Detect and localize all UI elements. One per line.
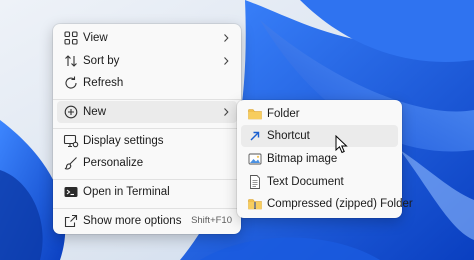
- submenu-item-text-document[interactable]: Text Document: [241, 171, 398, 193]
- submenu-item-compressed-zipped-folder[interactable]: Compressed (zipped) Folder: [241, 193, 413, 215]
- submenu-item-label: Folder: [267, 108, 300, 120]
- folder-icon: [248, 109, 262, 120]
- chevron-right-icon: [224, 57, 229, 65]
- menu-item-label: Show more options: [83, 215, 182, 227]
- menu-item-label: Personalize: [83, 157, 144, 169]
- add-circle-icon: [64, 105, 78, 119]
- menu-item-view[interactable]: View: [57, 27, 237, 49]
- shortcut-arrow-icon: [250, 131, 260, 141]
- shortcut-hint: Shift+F10: [191, 215, 232, 226]
- submenu-item-label: Bitmap image: [267, 153, 338, 165]
- submenu-item-bitmap-image[interactable]: Bitmap image: [241, 148, 398, 170]
- menu-separator: [53, 99, 241, 100]
- menu-item-refresh[interactable]: Refresh: [57, 72, 237, 94]
- menu-item-label: Display settings: [83, 135, 164, 147]
- view-grid-icon: [64, 31, 78, 45]
- menu-item-new[interactable]: New: [57, 101, 237, 123]
- text-document-icon: [250, 175, 260, 189]
- bitmap-image-icon: [248, 153, 262, 165]
- desktop-context-menu: View Sort by Refresh New Display setting…: [53, 24, 241, 234]
- terminal-icon: [64, 187, 78, 197]
- submenu-item-shortcut[interactable]: Shortcut: [241, 125, 398, 147]
- mouse-cursor-icon: [335, 135, 348, 154]
- menu-item-sort-by[interactable]: Sort by: [57, 50, 237, 72]
- zipped-folder-icon: [248, 199, 262, 210]
- submenu-item-folder[interactable]: Folder: [241, 103, 398, 125]
- new-submenu: Folder Shortcut Bitmap image Text Docume…: [237, 100, 413, 218]
- menu-item-personalize[interactable]: Personalize: [57, 152, 237, 174]
- menu-separator: [53, 179, 241, 180]
- menu-separator: [53, 128, 241, 129]
- menu-item-display-settings[interactable]: Display settings: [57, 130, 237, 152]
- chevron-right-icon: [224, 34, 229, 42]
- menu-item-label: Sort by: [83, 55, 120, 67]
- open-external-icon: [64, 214, 78, 228]
- menu-item-label: Refresh: [83, 77, 124, 89]
- menu-item-show-more-options[interactable]: Show more options Shift+F10: [57, 210, 237, 232]
- menu-separator: [53, 208, 241, 209]
- menu-item-open-in-terminal[interactable]: Open in Terminal: [57, 181, 237, 203]
- refresh-icon: [65, 76, 77, 89]
- submenu-item-label: Text Document: [267, 176, 344, 188]
- sort-arrows-icon: [65, 55, 77, 67]
- display-settings-icon: [63, 134, 79, 148]
- paintbrush-icon: [64, 157, 77, 170]
- menu-item-label: New: [83, 106, 107, 118]
- submenu-item-label: Compressed (zipped) Folder: [267, 198, 413, 210]
- menu-item-label: Open in Terminal: [83, 186, 170, 198]
- chevron-right-icon: [224, 108, 229, 116]
- submenu-item-label: Shortcut: [267, 130, 310, 142]
- menu-item-label: View: [83, 32, 108, 44]
